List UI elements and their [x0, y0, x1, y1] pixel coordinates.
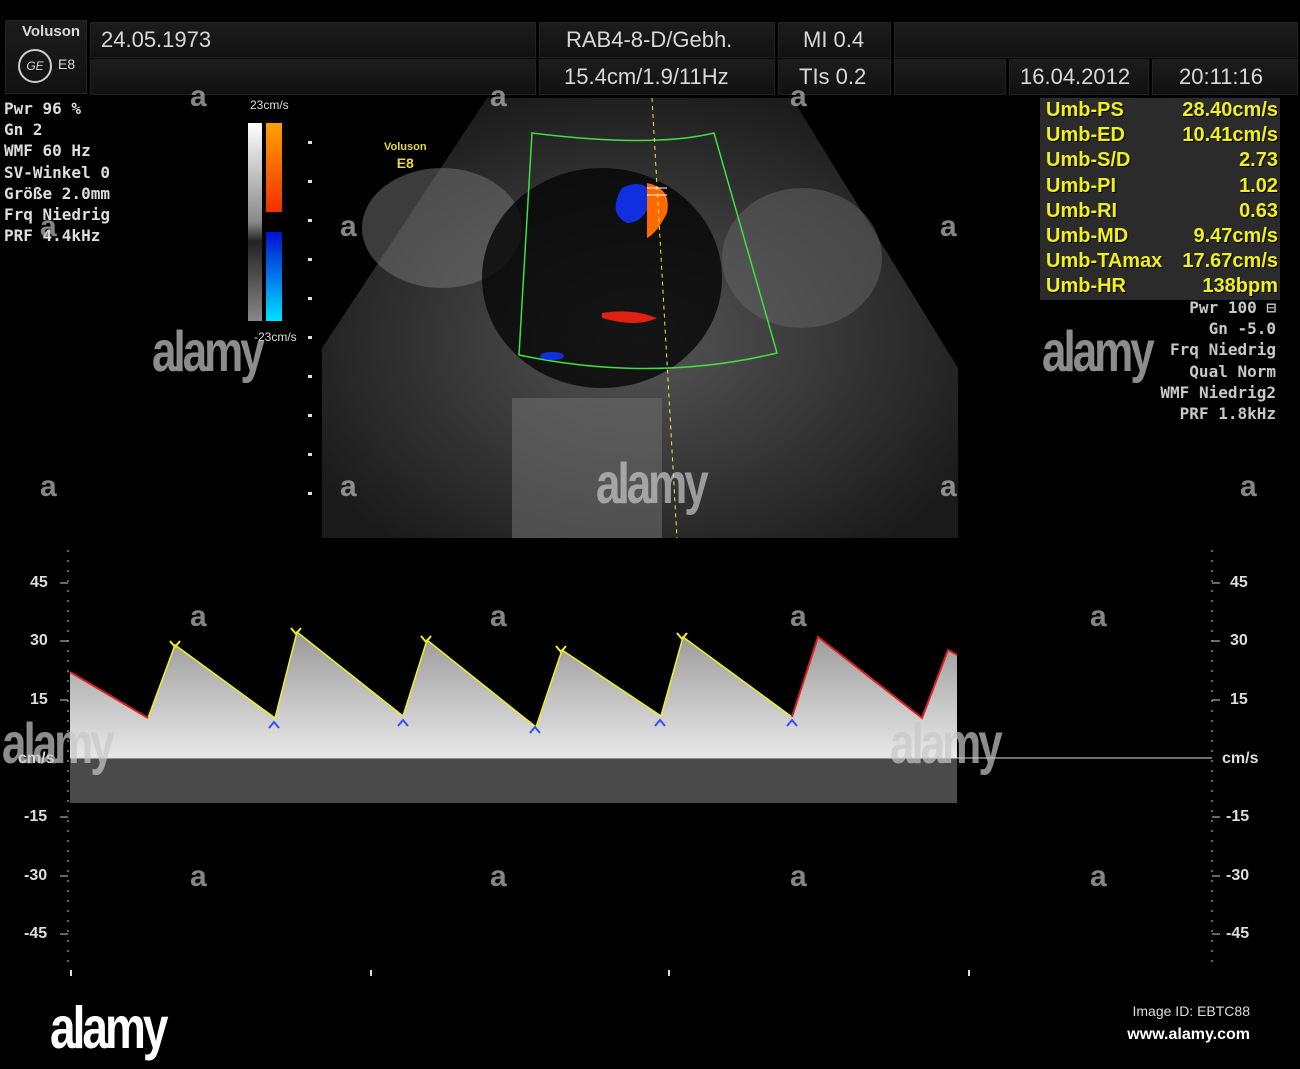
color-velocity-bar [266, 123, 282, 321]
exam-time: 20:11:16 [1152, 59, 1298, 95]
image-label: Voluson E8 [384, 139, 427, 171]
measurement-label: Umb-RI [1046, 199, 1118, 222]
param: WMF Niedrig2 [1160, 382, 1276, 402]
measurement-value: 10.41cm/s [1182, 124, 1278, 147]
watermark-glyph: a [340, 210, 357, 243]
measurements-panel: Umb-PS 28.40cm/s Umb-ED 10.41cm/s Umb-S/D 2.7… [1040, 98, 1280, 300]
measurement-value: 2.73 [1239, 149, 1278, 172]
mi-value: MI 0.4 [778, 22, 891, 58]
measurement-value: 138bpm [1202, 275, 1278, 298]
watermark-glyph: a [940, 470, 957, 503]
param: PRF 1.8kHz [1179, 404, 1276, 424]
image-label-model: E8 [396, 155, 414, 171]
measurement-row: Umb-S/D 2.73 [1046, 148, 1278, 173]
watermark-glyph: a [1090, 600, 1107, 633]
ultrasound-screen: Voluson GE E8 24.05.1973 RAB4-8-D/Gebh. … [0, 0, 1300, 1069]
y-tick: 15 [30, 691, 48, 708]
watermark-glyph: a [940, 210, 957, 243]
measurement-value: 0.63 [1239, 199, 1278, 222]
measurement-row: Umb-RI 0.63 [1046, 199, 1278, 224]
param: Pwr 100 ⊟ [1189, 298, 1276, 317]
y-tick: -15 [24, 808, 48, 825]
watermark-glyph: a [790, 600, 807, 633]
y-tick: 45 [30, 574, 48, 591]
measurement-row: Umb-TAmax 17.67cm/s [1046, 249, 1278, 274]
param: SV-Winkel 0 [4, 162, 110, 182]
y-tick: -45 [1226, 925, 1250, 942]
measurement-label: Umb-PS [1046, 99, 1124, 121]
watermark-glyph: a [40, 210, 57, 243]
measurement-label: Umb-S/D [1046, 149, 1131, 172]
measurement-row: Umb-MD 9.47cm/s [1046, 224, 1278, 249]
watermark-glyph: a [790, 80, 807, 113]
watermark-glyph: a [1240, 470, 1257, 503]
measurement-label: Umb-ED [1046, 124, 1125, 147]
watermark-glyph: a [190, 860, 207, 893]
param: Gn -5.0 [1208, 319, 1276, 339]
y-tick: 30 [30, 632, 48, 649]
y-tick: -15 [1226, 808, 1250, 825]
y-tick: 30 [1230, 632, 1248, 649]
measurement-value: 28.40cm/s [1182, 99, 1278, 121]
watermark-glyph: a [340, 470, 357, 503]
watermark-glyph: a [1090, 860, 1107, 893]
measurement-label: Umb-HR [1046, 275, 1126, 298]
watermark-glyph: a [40, 470, 57, 503]
measurement-row: Umb-PI 1.02 [1046, 174, 1278, 199]
ge-logo-icon: GE [18, 49, 52, 83]
y-tick: -30 [1226, 867, 1250, 884]
depth-info: 15.4cm/1.9/11Hz [539, 59, 775, 95]
watermark: alamy [1042, 320, 1155, 385]
probe-name: RAB4-8-D/Gebh. [539, 22, 775, 58]
y-tick: 45 [1230, 574, 1248, 591]
alamy-logo: alamy [50, 993, 168, 1061]
watermark: alamy [2, 712, 115, 777]
measurement-row: Umb-ED 10.41cm/s [1046, 123, 1278, 148]
negative-noise [70, 758, 957, 803]
grayscale-bar [248, 123, 262, 321]
measurement-label: Umb-TAmax [1046, 250, 1163, 273]
param: WMF 60 Hz [4, 141, 91, 161]
y-unit: cm/s [1222, 750, 1259, 767]
patient-dob: 24.05.1973 [90, 22, 536, 58]
watermark-glyph: a [190, 80, 207, 113]
depth-scale [308, 105, 312, 505]
param: Gn 2 [4, 120, 43, 140]
measurement-value: 17.67cm/s [1182, 250, 1278, 273]
watermark-glyph: a [490, 860, 507, 893]
watermark-glyph: a [490, 600, 507, 633]
measurement-value: 1.02 [1239, 174, 1278, 197]
measurement-row: Umb-PS 28.40cm/s [1046, 98, 1278, 123]
source-url: www.alamy.com [1127, 1026, 1250, 1043]
watermark-glyph: a [790, 860, 807, 893]
brand-name: Voluson [22, 23, 81, 40]
image-label-brand: Voluson [384, 141, 427, 153]
color-scale-max: 23cm/s [250, 98, 289, 112]
measurement-label: Umb-MD [1046, 225, 1129, 248]
watermark-glyph: a [190, 600, 207, 633]
brand-logo: Voluson GE E8 [5, 20, 87, 94]
y-tick: 15 [1230, 691, 1248, 708]
watermark: alamy [890, 712, 1003, 777]
watermark: alamy [152, 320, 265, 385]
measurement-label: Umb-PI [1046, 174, 1116, 197]
param: Pwr 96 % [4, 99, 82, 118]
param: Qual Norm [1189, 361, 1276, 381]
measurement-row: Umb-HR 138bpm [1046, 274, 1278, 299]
watermark-glyph: a [490, 80, 507, 113]
model-name: E8 [58, 56, 76, 72]
right-params: Pwr 100 ⊟ Gn -5.0 Frq Niedrig Qual Norm … [1160, 297, 1276, 424]
param: Frq Niedrig [1170, 340, 1276, 360]
header-blank [894, 59, 1006, 95]
measurement-value: 9.47cm/s [1193, 225, 1278, 248]
watermark: alamy [596, 452, 709, 517]
header-blank [894, 22, 1298, 58]
y-tick: -30 [24, 867, 48, 884]
param: Größe 2.0mm [4, 183, 110, 203]
header-blank [90, 59, 536, 95]
y-tick: -45 [24, 925, 48, 942]
image-id: Image ID: EBTC88 [1132, 1003, 1251, 1019]
spectral-envelope [70, 632, 957, 758]
exam-date: 16.04.2012 [1009, 59, 1149, 95]
